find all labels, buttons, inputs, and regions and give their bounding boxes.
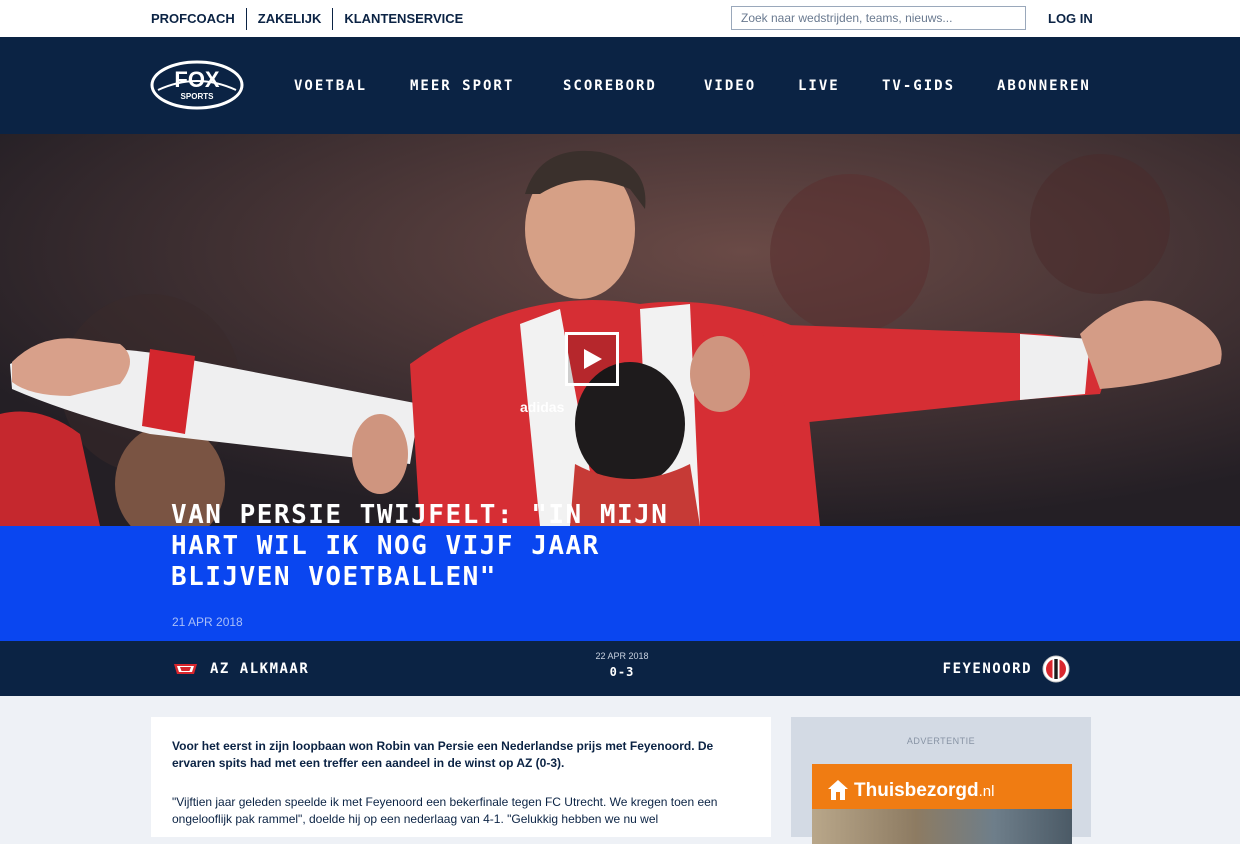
- ad-label: ADVERTENTIE: [906, 736, 976, 746]
- profcoach-link[interactable]: PROFCOACH: [151, 8, 246, 30]
- logo-text-bottom: SPORTS: [181, 92, 215, 101]
- search-box: [731, 6, 1026, 30]
- ad-brand-suffix: .nl: [978, 783, 995, 800]
- zakelijk-link[interactable]: ZAKELIJK: [247, 8, 333, 30]
- fox-sports-logo[interactable]: FOX SPORTS: [150, 60, 244, 110]
- play-button[interactable]: [565, 332, 619, 386]
- shirt-brand-text: adidas: [520, 399, 565, 415]
- ad-banner[interactable]: Thuisbezorgd.nl: [812, 764, 1072, 844]
- article-headline: Van Persie twijfelt: "In mijn hart wil i…: [171, 500, 669, 592]
- ad-brand-name: Thuisbezorgd: [854, 780, 979, 801]
- away-team-name: FEYENOORD: [942, 660, 1032, 677]
- article-body: Voor het eerst in zijn loopbaan won Robi…: [151, 717, 771, 837]
- house-icon: [828, 780, 848, 800]
- utility-links: PROFCOACH ZAKELIJK KLANTENSERVICE: [151, 0, 474, 37]
- match-score: 0-3: [609, 665, 635, 679]
- play-icon: [584, 349, 602, 369]
- nav-abonneren[interactable]: ABONNEREN: [997, 78, 1091, 94]
- match-info: 22 APR 2018 0-3: [560, 651, 684, 679]
- feyenoord-crest-icon: [1042, 655, 1070, 682]
- main-navigation: FOX SPORTS VOETBAL MEER SPORT SCOREBORD …: [0, 37, 1240, 134]
- login-link[interactable]: LOG IN: [1048, 0, 1093, 37]
- home-team[interactable]: AZ ALKMAAR: [172, 641, 309, 696]
- nav-video[interactable]: VIDEO: [704, 78, 756, 94]
- match-date: 22 APR 2018: [595, 651, 649, 661]
- article-date: 21 APR 2018: [172, 615, 243, 629]
- nav-voetbal[interactable]: VOETBAL: [294, 78, 367, 94]
- nav-meer-sport[interactable]: MEER SPORT: [410, 78, 514, 94]
- top-utility-bar: PROFCOACH ZAKELIJK KLANTENSERVICE LOG IN: [0, 0, 1240, 37]
- nav-scorebord[interactable]: SCOREBORD: [563, 78, 657, 94]
- article-paragraph: "Vijftien jaar geleden speelde ik met Fe…: [172, 795, 718, 826]
- hero-video[interactable]: adidas: [0, 134, 1240, 526]
- az-crest-icon: [174, 663, 197, 674]
- klantenservice-link[interactable]: KLANTENSERVICE: [333, 8, 474, 30]
- advertisement: ADVERTENTIE Thuisbezorgd.nl: [791, 717, 1091, 844]
- home-team-name: AZ ALKMAAR: [210, 660, 310, 677]
- logo-text-top: FOX: [174, 67, 220, 92]
- nav-tv-gids[interactable]: TV-GIDS: [882, 78, 955, 94]
- article-lead: Voor het eerst in zijn loopbaan won Robi…: [172, 739, 714, 770]
- hero-photo: adidas: [0, 134, 1240, 526]
- nav-live[interactable]: LIVE: [798, 78, 840, 94]
- match-bar[interactable]: AZ ALKMAAR 22 APR 2018 0-3 FEYENOORD: [0, 641, 1240, 696]
- away-team[interactable]: FEYENOORD: [943, 641, 1070, 696]
- ad-brand: Thuisbezorgd.nl: [854, 780, 994, 802]
- search-input[interactable]: [732, 7, 1025, 29]
